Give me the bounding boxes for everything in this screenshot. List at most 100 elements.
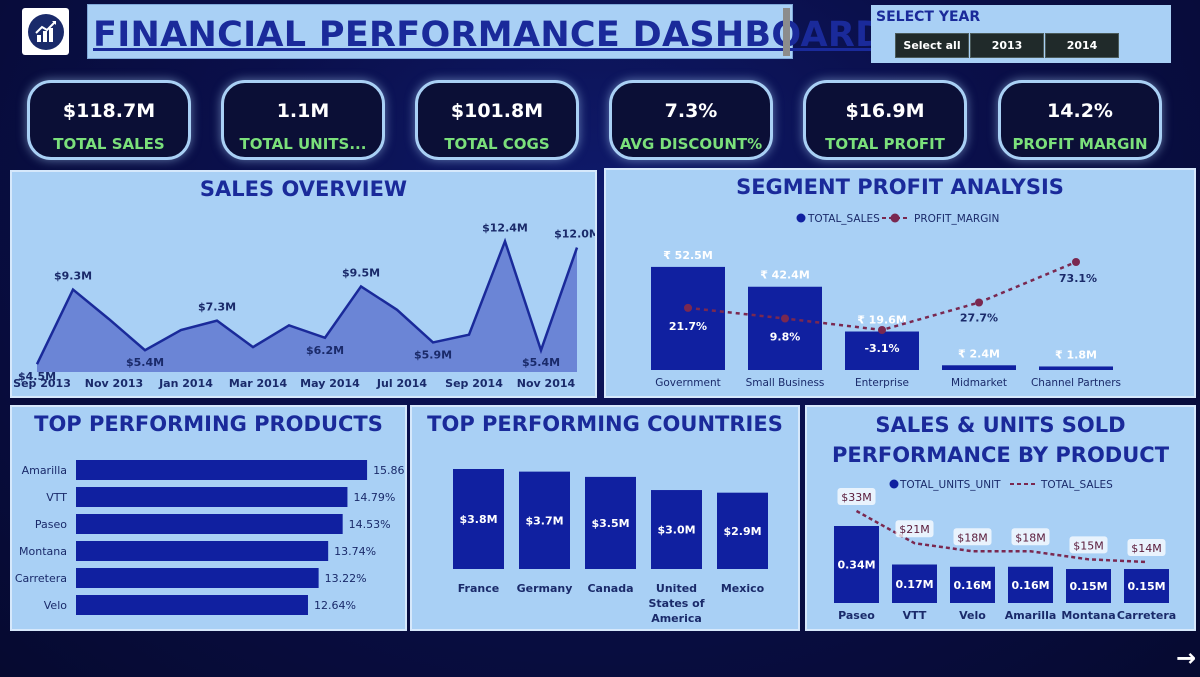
bar-value-label: 13.22% (325, 572, 367, 585)
x-tick-label: Enterprise (855, 377, 909, 389)
kpi-card-total-profit: $16.9M TOTAL PROFIT (803, 80, 967, 160)
product-bar (76, 595, 308, 615)
data-label: $7.3M (198, 301, 236, 314)
dashboard-logo (22, 8, 69, 55)
x-tick-label: Canada (587, 582, 633, 595)
y-tick-label: Velo (44, 599, 67, 612)
year-option-2013[interactable]: 2013 (970, 33, 1044, 58)
legend-label: TOTAL_SALES (1040, 479, 1113, 491)
legend-label: TOTAL_SALES (807, 213, 880, 225)
data-label: $5.9M (414, 348, 452, 361)
kpi-label: TOTAL COGS (444, 135, 550, 153)
x-tick-label: Montana (1061, 609, 1115, 622)
bar-value-label: 15.86% (373, 464, 405, 477)
kpi-label: AVG DISCOUNT% (619, 135, 763, 153)
kpi-card-total-sales: $118.7M TOTAL SALES (27, 80, 191, 160)
year-slicer: SELECT YEAR Select all 2013 2014 (871, 5, 1171, 63)
line-value-label: 27.7% (960, 312, 998, 325)
line-value-label: $33M (841, 491, 872, 504)
x-tick-label: United (656, 582, 697, 595)
kpi-value: 1.1M (276, 100, 330, 122)
kpi-value: 7.3% (664, 100, 718, 122)
segment-profit-chart[interactable]: TOTAL_SALES PROFIT_MARGIN ₹ 52.5M Governmen… (606, 170, 1194, 396)
line-value-label: $18M (957, 531, 988, 544)
kpi-value: $118.7M (62, 100, 156, 122)
segment-profit-panel: SEGMENT PROFIT ANALYSIS TOTAL_SALES PROFI… (604, 168, 1196, 398)
x-tick-label: Paseo (838, 609, 875, 622)
bar-value-label: $3.5M (591, 517, 629, 530)
bar-value-label: 14.53% (349, 518, 391, 531)
x-tick-label: States of (648, 597, 704, 610)
x-tick-label: Mexico (721, 582, 765, 595)
line-point (975, 298, 983, 307)
line-value-label: $21M (899, 523, 930, 536)
kpi-card-total-units: 1.1M TOTAL UNITS... (221, 80, 385, 160)
legend-label: PROFIT_MARGIN (914, 213, 999, 225)
bar-value-label: $3.0M (657, 524, 695, 537)
x-tick-label: Jan 2014 (158, 377, 213, 390)
bar-value-label: ₹ 52.5M (663, 249, 713, 262)
data-label: $5.4M (126, 356, 164, 369)
line-value-label: 9.8% (770, 330, 801, 343)
kpi-label: TOTAL PROFIT (825, 135, 945, 153)
x-tick-label: Velo (959, 609, 986, 622)
bar-value-label: 12.64% (314, 599, 356, 612)
chart-logo-icon (27, 13, 64, 50)
year-option-2014[interactable]: 2014 (1045, 33, 1119, 58)
legend-label: TOTAL_UNITS_UNIT (899, 479, 1001, 491)
x-tick-label: Amarilla (1005, 609, 1057, 622)
x-tick-label: Channel Partners (1031, 377, 1121, 389)
data-label: $5.4M (522, 356, 560, 369)
legend-marker (796, 213, 806, 223)
x-tick-label: Germany (517, 582, 573, 595)
x-tick-label: Midmarket (951, 377, 1007, 389)
line-value-label: $18M (1015, 531, 1046, 544)
sales-overview-chart[interactable]: $4.5M$9.3M$5.4M$7.3M$6.2M$9.5M$5.9M$12.4… (12, 172, 595, 396)
y-tick-label: Montana (19, 545, 67, 558)
x-tick-label: Nov 2013 (85, 377, 143, 390)
line-value-label: $14M (1131, 542, 1162, 555)
kpi-label: TOTAL UNITS... (239, 135, 367, 153)
bar-value-label: $3.8M (459, 513, 497, 526)
x-tick-label: America (651, 612, 702, 625)
kpi-value: $101.8M (450, 100, 544, 122)
x-tick-label: France (458, 582, 499, 595)
bar-value-label: 0.15M (1069, 580, 1107, 593)
product-bar (76, 568, 319, 588)
sales-units-chart[interactable]: TOTAL_UNITS_UNIT TOTAL_SALES 0.34M Paseo 0.1… (807, 407, 1194, 629)
top-products-panel: TOP PERFORMING PRODUCTS Amarilla15.86%VT… (10, 405, 407, 631)
bar-value-label: ₹ 1.8M (1055, 348, 1097, 361)
line-value-label: -3.1% (864, 342, 899, 355)
bar-value-label: 0.16M (953, 579, 991, 592)
y-tick-label: Amarilla (22, 464, 67, 477)
arrow-right-icon[interactable]: → (1176, 644, 1196, 672)
top-countries-chart[interactable]: $3.8M France $3.7M Germany $3.5M Canada $3.0M U… (412, 407, 798, 629)
bar-value-label: $2.9M (723, 525, 761, 538)
product-bar (76, 460, 368, 480)
year-option-select-all[interactable]: Select all (895, 33, 969, 58)
page-title: FINANCIAL PERFORMANCE DASHBOARD (93, 15, 885, 55)
x-tick-label: Small Business (746, 377, 825, 389)
segment-bar (651, 266, 725, 370)
y-tick-label: Paseo (35, 518, 67, 531)
line-value-label: $15M (1073, 539, 1104, 552)
kpi-card-profit-margin: 14.2% PROFIT MARGIN (998, 80, 1162, 160)
top-products-chart[interactable]: Amarilla 15.86% VTT 14.79% Paseo 14.53% Montan… (12, 407, 405, 629)
title-scrollbar[interactable] (783, 8, 790, 56)
x-tick-label: Nov 2014 (517, 377, 576, 390)
x-tick-label: Sep 2013 (13, 377, 71, 390)
x-tick-label: Jul 2014 (376, 377, 427, 390)
bar-value-label: 0.15M (1127, 580, 1165, 593)
bar-value-label: ₹ 2.4M (958, 347, 1000, 360)
title-banner: FINANCIAL PERFORMANCE DASHBOARD (87, 4, 884, 59)
kpi-card-avg-discount: 7.3% AVG DISCOUNT% (609, 80, 773, 160)
line-point (1072, 258, 1080, 266)
segment-bar (1039, 366, 1113, 370)
data-label: $9.5M (342, 266, 380, 279)
segment-bar (942, 365, 1016, 370)
bar-value-label: $3.7M (525, 514, 563, 527)
data-label: $6.2M (306, 344, 344, 357)
product-bar (76, 514, 343, 534)
data-label: $9.3M (54, 270, 92, 283)
line-value-label: 21.7% (669, 320, 707, 333)
